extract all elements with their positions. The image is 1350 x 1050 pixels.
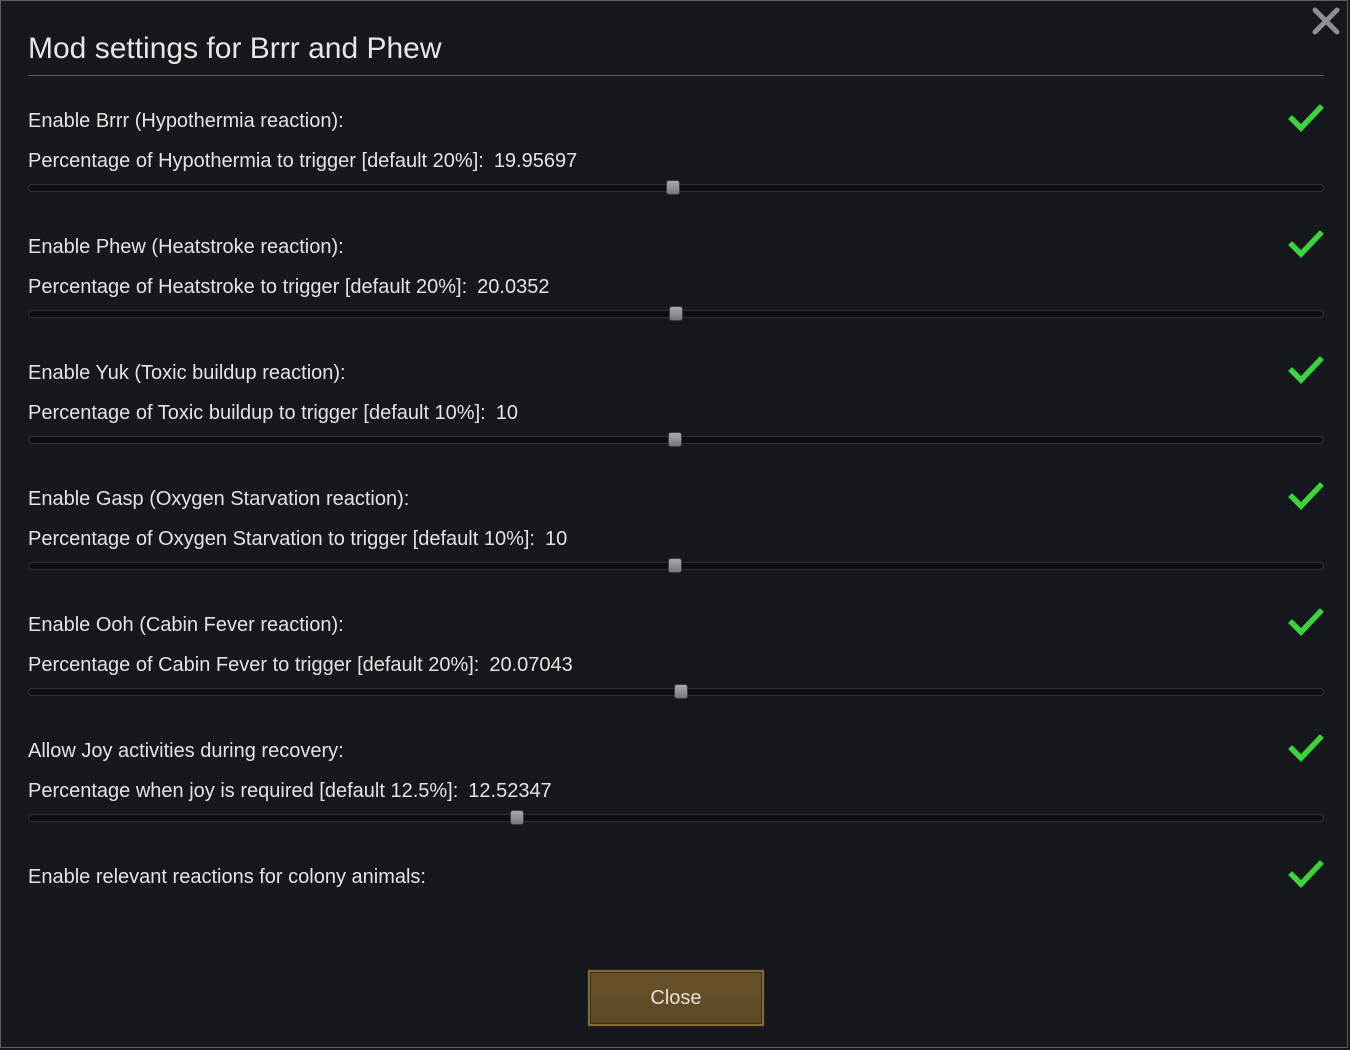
slider-label: Percentage of Oxygen Starvation to trigg… — [28, 528, 535, 550]
window-title: Mod settings for Brrr and Phew — [28, 32, 442, 65]
check-icon[interactable] — [1288, 100, 1324, 136]
close-button[interactable]: Close — [587, 969, 765, 1027]
check-icon[interactable] — [1288, 604, 1324, 640]
slider-row-gasp: Percentage of Oxygen Starvation to trigg… — [28, 524, 1324, 554]
slider-value: 20.0352 — [477, 276, 550, 298]
close-x-icon[interactable] — [1309, 4, 1343, 38]
toggle-label: Enable Phew (Heatstroke reaction): — [28, 236, 344, 258]
slider-handle[interactable] — [669, 306, 684, 321]
slider-row-ooh: Percentage of Cabin Fever to trigger [de… — [28, 650, 1324, 680]
slider-label: Percentage of Heatstroke to trigger [def… — [28, 276, 468, 298]
slider-value: 10 — [544, 528, 568, 550]
slider-track[interactable] — [28, 432, 1324, 447]
setting-row-phew: Enable Phew (Heatstroke reaction): — [28, 230, 1324, 262]
slider-value: 20.07043 — [489, 654, 573, 676]
slider-row-brrr: Percentage of Hypothermia to trigger [de… — [28, 146, 1324, 176]
slider-value: 10 — [495, 402, 518, 424]
slider-value: 19.95697 — [493, 150, 578, 172]
slider-handle[interactable] — [668, 432, 683, 447]
toggle-label: Enable Ooh (Cabin Fever reaction): — [28, 614, 344, 636]
slider-handle[interactable] — [510, 810, 525, 825]
toggle-label: Allow Joy activities during recovery: — [28, 740, 344, 762]
setting-row-brrr: Enable Brrr (Hypothermia reaction): — [28, 104, 1324, 136]
slider-track[interactable] — [28, 306, 1324, 321]
slider-row-phew: Percentage of Heatstroke to trigger [def… — [28, 272, 1324, 302]
toggle-label: Enable relevant reactions for colony ani… — [28, 866, 426, 888]
slider-track[interactable] — [28, 810, 1324, 825]
slider-track[interactable] — [28, 684, 1324, 699]
slider-label: Percentage of Cabin Fever to trigger [de… — [28, 654, 480, 676]
slider-handle[interactable] — [668, 558, 683, 573]
slider-row-joy: Percentage when joy is required [default… — [28, 776, 1324, 806]
setting-row-joy: Allow Joy activities during recovery: — [28, 734, 1324, 766]
title-divider — [28, 75, 1324, 76]
check-icon[interactable] — [1288, 856, 1324, 892]
check-icon[interactable] — [1288, 730, 1324, 766]
slider-track[interactable] — [28, 180, 1324, 195]
slider-label: Percentage of Toxic buildup to trigger [… — [28, 402, 486, 424]
slider-track[interactable] — [28, 558, 1324, 573]
check-icon[interactable] — [1288, 478, 1324, 514]
setting-row-animals: Enable relevant reactions for colony ani… — [28, 860, 1324, 892]
slider-label: Percentage of Hypothermia to trigger [de… — [28, 150, 484, 172]
slider-value: 12.52347 — [468, 780, 552, 802]
mod-settings-window: Mod settings for Brrr and Phew Enable Br… — [0, 0, 1348, 1048]
toggle-label: Enable Yuk (Toxic buildup reaction): — [28, 362, 346, 384]
slider-handle[interactable] — [666, 180, 681, 195]
toggle-label: Enable Gasp (Oxygen Starvation reaction)… — [28, 488, 410, 510]
slider-label: Percentage when joy is required [default… — [28, 780, 459, 802]
toggle-label: Enable Brrr (Hypothermia reaction): — [28, 110, 344, 132]
slider-handle[interactable] — [673, 684, 688, 699]
slider-row-yuk: Percentage of Toxic buildup to trigger [… — [28, 398, 1324, 428]
setting-row-gasp: Enable Gasp (Oxygen Starvation reaction)… — [28, 482, 1324, 514]
setting-row-ooh: Enable Ooh (Cabin Fever reaction): — [28, 608, 1324, 640]
check-icon[interactable] — [1288, 352, 1324, 388]
check-icon[interactable] — [1288, 226, 1324, 262]
setting-row-yuk: Enable Yuk (Toxic buildup reaction): — [28, 356, 1324, 388]
